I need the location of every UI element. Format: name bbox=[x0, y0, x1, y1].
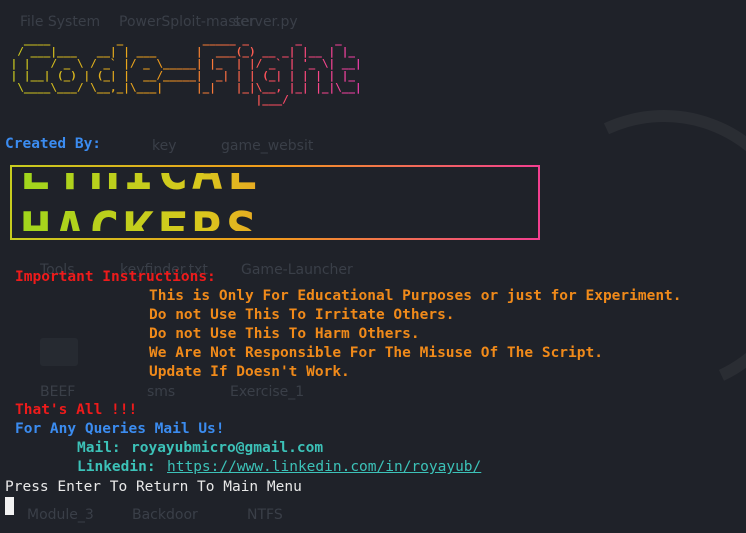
team-banner: ETHICAL HACKERS bbox=[10, 142, 540, 262]
instruction-line: This is Only For Educational Purposes or… bbox=[149, 288, 682, 304]
desktop-icon-game-launcher[interactable]: Game-Launcher bbox=[241, 262, 353, 278]
thats-all-text: That's All !!! bbox=[15, 402, 138, 418]
instruction-line: Do not Use This To Irritate Others. bbox=[149, 307, 455, 323]
team-name: ETHICAL HACKERS bbox=[20, 142, 532, 262]
linkedin-label: Linkedin: bbox=[77, 459, 156, 475]
instruction-line: Do not Use This To Harm Others. bbox=[149, 326, 420, 342]
code-fight-ascii-title: ____ _ _____ _ _ _ / ___|___ __| | ___ |… bbox=[4, 34, 362, 106]
desktop-icon-server-py[interactable]: server.py bbox=[233, 14, 298, 30]
mail-label: Mail: bbox=[77, 440, 121, 456]
return-prompt: Press Enter To Return To Main Menu bbox=[5, 479, 302, 495]
desktop-icon-exercise-1[interactable]: Exercise_1 bbox=[230, 384, 304, 400]
instruction-line: Update If Doesn't Work. bbox=[149, 364, 350, 380]
desktop-icon-backdoor[interactable]: Backdoor bbox=[132, 507, 198, 523]
queries-text: For Any Queries Mail Us! bbox=[15, 421, 225, 437]
desktop-icon-ntfs[interactable]: NTFS bbox=[247, 507, 283, 523]
instructions-heading: Important Instructions: bbox=[15, 269, 216, 285]
terminal-cursor bbox=[5, 497, 14, 515]
desktop-icon-sms[interactable]: sms bbox=[147, 384, 175, 400]
mail-value: royayubmicro@gmail.com bbox=[131, 440, 324, 456]
linkedin-link[interactable]: https://www.linkedin.com/in/royayub/ bbox=[167, 459, 481, 475]
desktop-icon-file-system[interactable]: File System bbox=[20, 14, 100, 30]
desktop-icon-beef[interactable]: BEEF bbox=[40, 384, 75, 400]
instruction-line: We Are Not Responsible For The Misuse Of… bbox=[149, 345, 603, 361]
desktop-icon-module-3[interactable]: Module_3 bbox=[27, 507, 94, 523]
folder-icon bbox=[40, 338, 78, 366]
